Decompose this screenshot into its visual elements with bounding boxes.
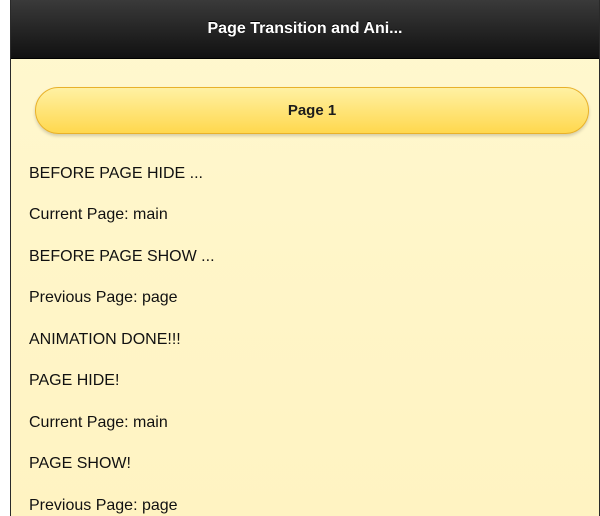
- log-line: Previous Page: page: [29, 289, 178, 307]
- app-frame: Page Transition and Ani... Page 1 BEFORE…: [10, 0, 600, 516]
- header-bar: Page Transition and Ani...: [11, 0, 599, 59]
- log-line: Current Page: main: [29, 206, 168, 224]
- content-area: Page 1 BEFORE PAGE HIDE ... Current Page…: [11, 59, 599, 516]
- page-1-button[interactable]: Page 1: [35, 87, 589, 134]
- page-title: Page Transition and Ani...: [207, 20, 403, 37]
- log-line: ANIMATION DONE!!!: [29, 330, 181, 348]
- log-line: Previous Page: page: [29, 496, 178, 514]
- log-line: PAGE SHOW!: [29, 455, 131, 473]
- log-line: BEFORE PAGE HIDE ...: [29, 164, 203, 182]
- log-line: PAGE HIDE!: [29, 372, 120, 390]
- event-log: BEFORE PAGE HIDE ... Current Page: main …: [29, 153, 599, 516]
- log-line: BEFORE PAGE SHOW ...: [29, 247, 215, 265]
- log-line: Current Page: main: [29, 413, 168, 431]
- page-1-button-label: Page 1: [287, 102, 337, 119]
